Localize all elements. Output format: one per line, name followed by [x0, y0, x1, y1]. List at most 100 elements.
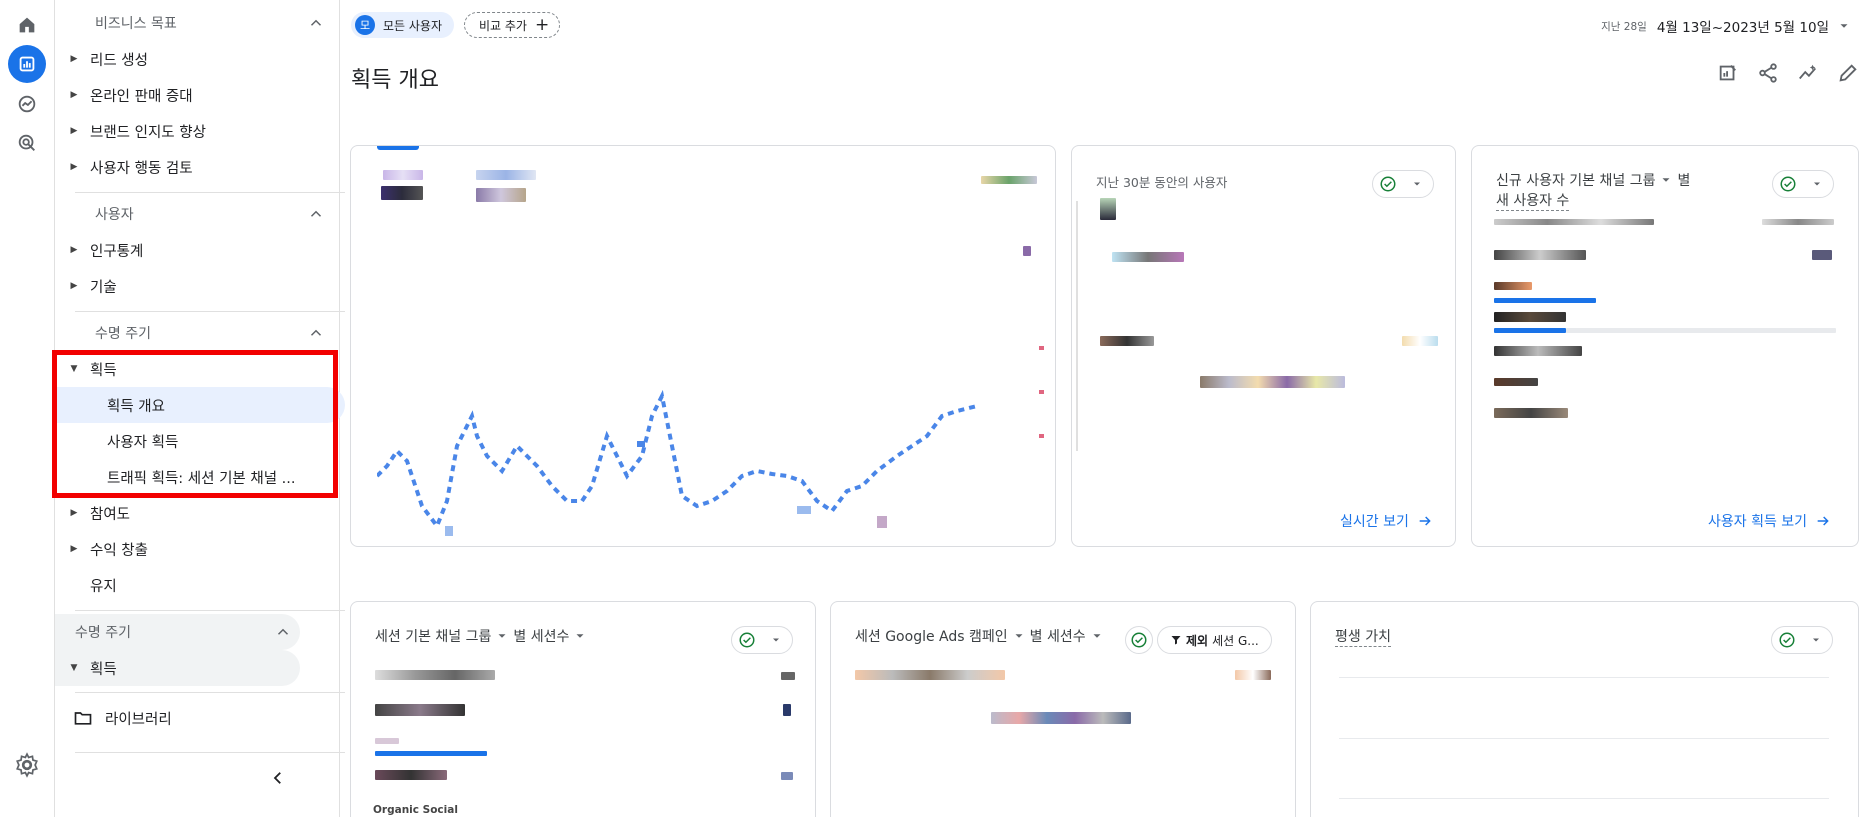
arrow-right-icon: [1817, 516, 1829, 526]
card-status-chip[interactable]: [1772, 170, 1834, 198]
home-icon[interactable]: [8, 6, 46, 44]
filter-icon: [1171, 636, 1181, 645]
view-realtime-link[interactable]: 실시간 보기: [1340, 511, 1433, 531]
nav-item-online-sales[interactable]: ▶ 온라인 판매 증대: [65, 77, 355, 113]
top-bar: 모 모든 사용자 비교 추가 + 지난 28일 4월 13일~2023년 5월 …: [340, 0, 1869, 48]
chevron-up-icon: [310, 19, 322, 26]
card-realtime: 지난 30분 동안의 사용자 실시간 보기: [1071, 145, 1456, 547]
blurred-text: [476, 188, 526, 202]
nav-item-brand-awareness[interactable]: ▶ 브랜드 인지도 향상: [65, 113, 355, 149]
section-lifecycle[interactable]: 수명 주기: [75, 315, 333, 351]
card-status-chip[interactable]: [1125, 626, 1153, 654]
blurred-text: [783, 704, 791, 716]
gridline: [1339, 738, 1829, 739]
card-metric[interactable]: 평생 가치: [1335, 626, 1391, 647]
customize-report-icon[interactable]: [1717, 62, 1739, 84]
caret-right-icon: ▶: [70, 508, 78, 518]
divider: [1076, 201, 1078, 451]
blurred-axis-label: [1039, 306, 1044, 446]
filter-chip[interactable]: 제외 세션 G...: [1157, 626, 1272, 654]
nav-item-tech[interactable]: ▶ 기술: [65, 268, 355, 304]
bar: [1494, 328, 1566, 333]
section-business-goals[interactable]: 비즈니스 목표: [75, 5, 333, 41]
card-status-chip[interactable]: [1771, 626, 1833, 654]
blurred-text: [781, 772, 793, 780]
gridline: [1339, 798, 1829, 799]
blurred-text: [1100, 198, 1116, 220]
blurred-text: [375, 738, 399, 744]
caret-right-icon: ▶: [70, 245, 78, 255]
blurred-text: [1494, 408, 1568, 418]
nav-item-user-behavior[interactable]: ▶ 사용자 행동 검토: [65, 149, 355, 185]
caret-down-icon: [1015, 634, 1023, 638]
card-ads-campaign: 세션 Google Ads 캠페인 별 세션수 제외 세션 G...: [830, 601, 1296, 817]
blurred-text: [1112, 252, 1184, 262]
section-lifecycle-2[interactable]: 수명 주기: [55, 614, 300, 650]
nav-item-engagement[interactable]: ▶ 참여도: [65, 495, 355, 531]
nav-item-retention[interactable]: 유지: [65, 567, 355, 603]
nav-item-demographics[interactable]: ▶ 인구통계: [65, 232, 355, 268]
gear-icon[interactable]: [14, 752, 40, 778]
blurred-legend: [981, 176, 1037, 184]
divider: [75, 311, 345, 312]
caret-right-icon: ▶: [70, 281, 78, 291]
date-range-picker[interactable]: 지난 28일 4월 13일~2023년 5월 10일: [1601, 16, 1851, 36]
blurred-text: [375, 704, 465, 716]
chevron-up-icon: [310, 210, 322, 217]
check-circle-icon: [739, 632, 755, 648]
caret-right-icon: ▶: [70, 90, 78, 100]
blurred-text: [1200, 376, 1345, 388]
divider: [75, 610, 345, 611]
report-toolbar: [1717, 62, 1859, 84]
collapse-nav-button[interactable]: [265, 765, 291, 791]
section-user[interactable]: 사용자: [75, 196, 333, 232]
edit-icon[interactable]: [1837, 62, 1859, 84]
library-item[interactable]: 라이브러리: [73, 700, 172, 736]
add-comparison-button[interactable]: 비교 추가 +: [464, 12, 561, 38]
blurred-text: [375, 670, 495, 680]
insights-icon[interactable]: [1797, 62, 1819, 84]
nav-item-monetization[interactable]: ▶ 수익 창출: [65, 531, 355, 567]
share-icon[interactable]: [1757, 62, 1779, 84]
page-title: 획득 개요: [351, 68, 439, 93]
nav-item-lead-gen[interactable]: ▶ 리드 생성: [65, 41, 355, 77]
card-title-dimension[interactable]: 세션 Google Ads 캠페인 별 세션수: [855, 626, 1104, 646]
caret-down-icon: [1662, 178, 1670, 182]
divider: [75, 692, 345, 693]
blurred-text: [383, 170, 423, 180]
caret-right-icon: ▶: [70, 544, 78, 554]
blurred-text: [1494, 250, 1586, 260]
blurred-text: [1494, 282, 1532, 290]
check-circle-icon: [1131, 632, 1147, 648]
check-circle-icon: [1779, 632, 1795, 648]
reports-icon[interactable]: [8, 45, 46, 83]
chevron-up-icon: [277, 628, 289, 635]
blurred-text: [1812, 250, 1832, 260]
view-user-acquisition-link[interactable]: 사용자 획득 보기: [1708, 511, 1831, 531]
nav-item-acquisition-2[interactable]: ▼ 획득: [55, 650, 300, 686]
card-status-chip[interactable]: [731, 626, 793, 654]
segment-chip[interactable]: 모 모든 사용자: [351, 12, 455, 38]
caret-down-icon: [1814, 182, 1820, 186]
blurred-text: [1762, 219, 1834, 225]
plus-icon: +: [534, 14, 550, 35]
caret-right-icon: ▶: [70, 54, 78, 64]
blurred-text: [1494, 219, 1654, 225]
bar: [1494, 298, 1596, 303]
blurred-text: [1494, 346, 1582, 356]
card-title-dimension[interactable]: 신규 사용자 기본 채널 그룹 별: [1496, 170, 1690, 190]
arrow-right-icon: [1419, 516, 1431, 526]
blurred-text: [476, 170, 536, 180]
advertising-icon[interactable]: [8, 124, 46, 162]
card-users-trend: [350, 145, 1056, 547]
blurred-text: [855, 670, 1005, 680]
card-metric[interactable]: 새 사용자 수: [1496, 190, 1570, 211]
explore-icon[interactable]: [8, 85, 46, 123]
active-tab-indicator: [377, 146, 419, 150]
divider: [75, 192, 345, 193]
blurred-text: [781, 672, 795, 680]
folder-icon: [74, 712, 92, 725]
card-status-chip[interactable]: [1372, 170, 1434, 198]
card-title-dimension[interactable]: 세션 기본 채널 그룹 별 세션수: [375, 626, 587, 646]
card-sessions-channel: 세션 기본 채널 그룹 별 세션수 Organic Social: [350, 601, 816, 817]
